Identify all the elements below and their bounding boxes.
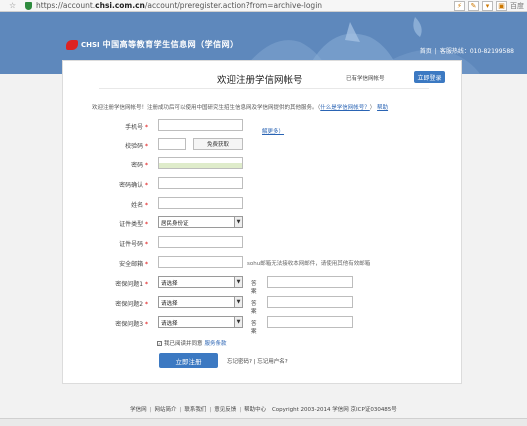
answer3-label: 答案 (251, 321, 257, 335)
header-links: 首页 | 客服热线：010-82199588 (419, 48, 514, 55)
browser-toolbar: ☆ https://account.chsi.com.cn/account/pr… (0, 0, 527, 12)
chevron-down-icon: ▼ (234, 217, 242, 227)
page-title: 欢迎注册学信网帐号 (217, 75, 303, 86)
verify-code-input[interactable] (158, 138, 186, 150)
browser-status-bar (0, 418, 527, 426)
intro-text: 欢迎注册学信网帐号！注册成功后可以使用中国研究生招生信息网及学信网提供的其他服务… (92, 105, 389, 111)
recover-links: 忘记密码? | 忘记用户名? (227, 359, 288, 365)
logo-chsi-text: CHSI (81, 40, 100, 49)
learn-more-link[interactable]: 解更多） (262, 127, 284, 135)
question3-select[interactable]: 请选择 ▼ (158, 316, 243, 328)
email-input[interactable] (158, 256, 243, 268)
bookmark-star-icon[interactable]: ☆ (9, 1, 16, 10)
id-type-select[interactable]: 居民身份证 ▼ (158, 216, 243, 228)
title-divider (99, 88, 429, 89)
footer-link-feedback[interactable]: 意见反馈 (214, 407, 236, 413)
terms-link[interactable]: 服务条款 (205, 339, 227, 347)
register-card: 欢迎注册学信网帐号 已有学信网帐号 立即登录 欢迎注册学信网帐号！注册成功后可以… (62, 60, 462, 384)
verify-code-label: 校验码 * (125, 143, 148, 150)
question1-label: 密保问题1 * (115, 281, 148, 288)
secure-shield-icon (25, 2, 32, 10)
get-code-button[interactable]: 免费获取 (193, 138, 243, 150)
question3-label: 密保问题3 * (115, 321, 148, 328)
agree-terms: ✓ 我已阅读并同意 服务条款 (157, 339, 227, 347)
site-name: 中国高等教育学生信息网（学信网） (102, 40, 239, 49)
login-button[interactable]: 立即登录 (414, 71, 445, 83)
what-is-account-link[interactable]: 什么是学信网帐号？ (320, 105, 370, 111)
password-confirm-label: 密码确认 * (119, 182, 148, 189)
hotline-text: 客服热线：010-82199588 (439, 48, 514, 55)
email-hint: sohu邮箱无法接收本网邮件，请使用其他有效邮箱 (247, 261, 371, 267)
password-input[interactable] (158, 157, 243, 169)
search-engine-icon[interactable]: ▣ (496, 1, 507, 11)
chevron-down-icon: ▼ (234, 297, 242, 307)
addon-icon[interactable]: ✎ (468, 1, 479, 11)
answer2-label: 答案 (251, 301, 257, 315)
answer1-input[interactable] (267, 276, 353, 288)
forgot-username-link[interactable]: 忘记用户名? (257, 359, 287, 365)
footer-link-help[interactable]: 帮助中心 (244, 407, 266, 413)
password-label: 密码 * (131, 162, 148, 169)
id-type-label: 证件类型 * (119, 221, 148, 228)
mobile-label: 手机号 * (125, 124, 148, 131)
name-label: 姓名 * (131, 202, 148, 209)
id-number-input[interactable] (158, 236, 243, 248)
site-footer: 学信网 | 网站简介 | 联系我们 | 意见反馈 | 帮助中心 Copyright 2003-2… (130, 407, 397, 413)
chsi-logo-icon (66, 39, 78, 50)
chevron-down-icon: ▼ (234, 317, 242, 327)
site-logo[interactable]: CHSI 中国高等教育学生信息网（学信网） (66, 39, 239, 50)
answer2-input[interactable] (267, 296, 353, 308)
id-number-label: 证件号码 * (119, 241, 148, 248)
answer3-input[interactable] (267, 316, 353, 328)
search-input[interactable]: 百度 (510, 1, 524, 11)
name-input[interactable] (158, 197, 243, 209)
agree-checkbox[interactable]: ✓ (157, 340, 162, 346)
copyright-text: Copyright 2003-2014 学信网 京ICP证030485号 (271, 407, 397, 413)
question2-select[interactable]: 请选择 ▼ (158, 296, 243, 308)
extension-icon[interactable]: ⚡ (454, 1, 465, 11)
question2-label: 密保问题2 * (115, 301, 148, 308)
footer-link-home[interactable]: 学信网 (130, 407, 147, 413)
answer1-label: 答案 (251, 281, 257, 295)
help-link[interactable]: 帮助 (377, 105, 388, 111)
register-button[interactable]: 立即注册 (159, 353, 218, 368)
footer-link-about[interactable]: 网站简介 (155, 407, 177, 413)
password-confirm-input[interactable] (158, 177, 243, 189)
email-label: 安全邮箱 * (119, 261, 148, 268)
chevron-down-icon: ▼ (234, 277, 242, 287)
home-link[interactable]: 首页 (420, 48, 432, 55)
status-text (2, 419, 152, 425)
mobile-input[interactable] (158, 119, 243, 131)
forgot-password-link[interactable]: 忘记密码? (227, 359, 252, 365)
footer-link-contact[interactable]: 联系我们 (184, 407, 206, 413)
has-account-text: 已有学信网帐号 (346, 76, 385, 82)
address-bar[interactable]: https://account.chsi.com.cn/account/prer… (36, 1, 322, 10)
question1-select[interactable]: 请选择 ▼ (158, 276, 243, 288)
dropdown-icon[interactable]: ▾ (482, 1, 493, 11)
